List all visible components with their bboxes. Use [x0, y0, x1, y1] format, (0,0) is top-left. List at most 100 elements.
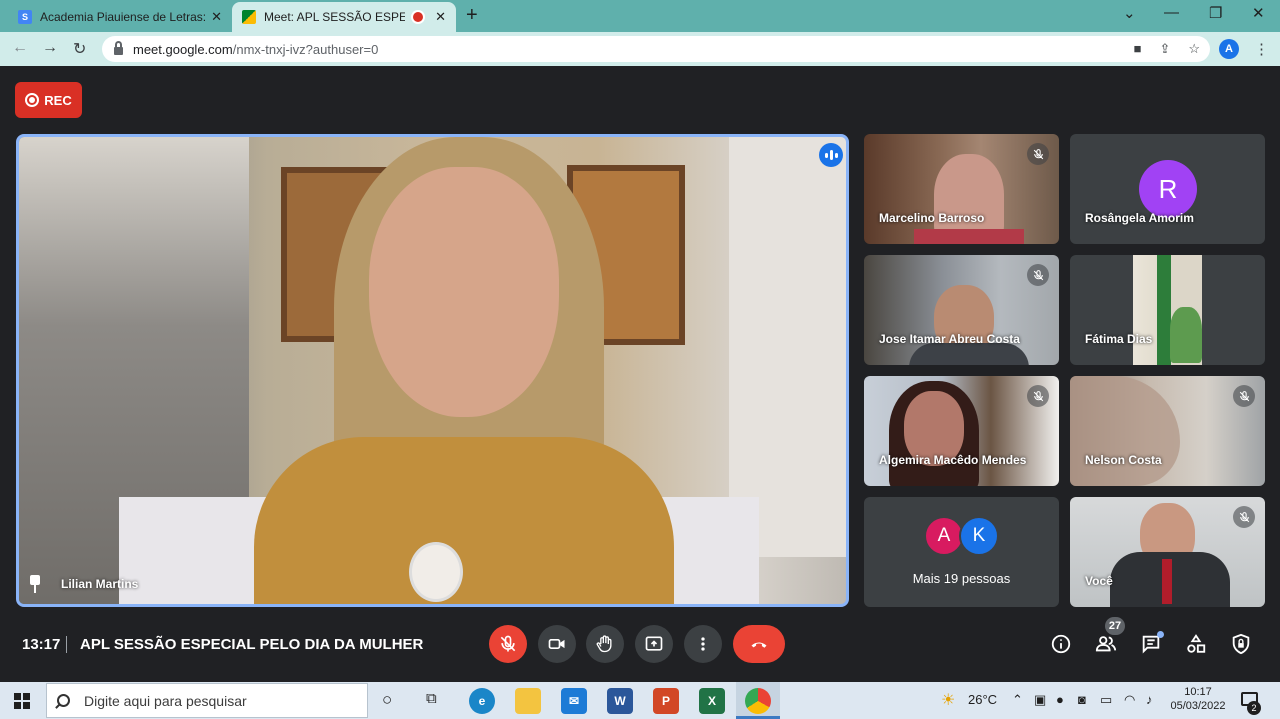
- browser-menu-icon[interactable]: ⋮: [1254, 40, 1269, 58]
- record-icon: [25, 93, 40, 107]
- people-count-badge: 27: [1105, 617, 1125, 635]
- divider: [66, 636, 67, 653]
- battery-icon[interactable]: ▭: [1100, 692, 1112, 708]
- windows-start-icon[interactable]: [14, 693, 30, 709]
- tab-academia[interactable]: S Academia Piauiense de Letras: ag ✕: [8, 2, 232, 32]
- volume-icon[interactable]: ♪: [1146, 692, 1153, 707]
- back-icon[interactable]: ←: [12, 39, 28, 57]
- chrome-icon[interactable]: [745, 688, 771, 714]
- meeting-info-button[interactable]: [1049, 632, 1073, 656]
- share-icon[interactable]: ⇪: [1159, 41, 1170, 57]
- mic-toggle-button[interactable]: [489, 625, 527, 663]
- recording-badge: REC: [15, 82, 82, 118]
- meet-app-icon[interactable]: ▣: [1034, 692, 1046, 708]
- video-background: [729, 137, 846, 557]
- show-hidden-icons-icon[interactable]: ⌃: [1012, 692, 1023, 708]
- close-tab-icon[interactable]: ✕: [435, 9, 446, 25]
- tab-strip: S Academia Piauiense de Letras: ag ✕ Mee…: [0, 0, 1280, 32]
- temperature[interactable]: 26°C: [968, 692, 997, 707]
- search-placeholder: Digite aqui para pesquisar: [84, 692, 247, 709]
- task-view-icon[interactable]: ⧉: [426, 690, 437, 707]
- hand-icon: [596, 635, 612, 653]
- rec-label: REC: [44, 92, 72, 108]
- participant-tile[interactable]: Nelson Costa: [1070, 376, 1265, 486]
- lock-icon[interactable]: [114, 41, 123, 55]
- windows-taskbar: Digite aqui para pesquisar ○ ⧉ e ✉ W P X…: [0, 682, 1280, 719]
- wifi-icon[interactable]: ◠: [1124, 692, 1135, 708]
- excel-icon[interactable]: X: [699, 688, 725, 714]
- mic-off-icon: [500, 635, 516, 652]
- participant-name: Jose Itamar Abreu Costa: [879, 332, 1020, 346]
- people-button[interactable]: [1094, 632, 1118, 656]
- speaking-indicator-icon: [819, 143, 843, 167]
- powerpoint-icon[interactable]: P: [653, 688, 679, 714]
- address-bar[interactable]: meet.google.com/nmx-tnxj-ivz?authuser=0 …: [102, 36, 1210, 62]
- leave-call-button[interactable]: [733, 625, 785, 663]
- camera-toggle-button[interactable]: [538, 625, 576, 663]
- info-icon: [1051, 634, 1071, 654]
- clock-date: 05/03/2022: [1170, 700, 1226, 712]
- close-tab-icon[interactable]: ✕: [211, 9, 222, 25]
- activities-button[interactable]: [1184, 632, 1208, 656]
- edge-icon[interactable]: e: [469, 688, 495, 714]
- minimize-button[interactable]: —: [1164, 4, 1179, 21]
- weather-icon[interactable]: ☀: [941, 690, 955, 710]
- close-window-button[interactable]: ✕: [1252, 4, 1265, 22]
- tab-title: Academia Piauiense de Letras: ag: [40, 10, 208, 24]
- chat-notification-dot: [1157, 631, 1164, 638]
- participant-name: Fátima Dias: [1085, 332, 1153, 346]
- avatar: R: [1139, 160, 1197, 218]
- camera-icon[interactable]: ■: [1134, 41, 1142, 57]
- main-speaker-tile[interactable]: Lilian Martins: [16, 134, 849, 607]
- call-end-icon: [751, 642, 767, 648]
- clock-time: 10:17: [1184, 686, 1212, 698]
- notification-count: 2: [1247, 701, 1261, 715]
- more-people-label: Mais 19 pessoas: [912, 571, 1011, 586]
- mail-icon[interactable]: ✉: [561, 688, 587, 714]
- participant-tile[interactable]: Jose Itamar Abreu Costa: [864, 255, 1059, 365]
- participant-tile[interactable]: Fátima Dias: [1070, 255, 1265, 365]
- more-options-button[interactable]: [684, 625, 722, 663]
- host-controls-button[interactable]: [1229, 632, 1253, 656]
- url-host: meet.google.com: [133, 41, 233, 57]
- file-explorer-icon[interactable]: [515, 688, 541, 714]
- new-tab-button[interactable]: +: [466, 4, 478, 27]
- recording-dot-icon: [413, 12, 424, 22]
- camera-tray-icon[interactable]: ◙: [1078, 692, 1086, 707]
- mic-off-icon: [1027, 385, 1049, 407]
- more-people-tile[interactable]: A K Mais 19 pessoas: [864, 497, 1059, 607]
- avatar: K: [959, 516, 999, 556]
- url-path: /nmx-tnxj-ivz?authuser=0: [232, 41, 379, 57]
- self-view-tile[interactable]: Você: [1070, 497, 1265, 607]
- people-icon: [1095, 636, 1117, 652]
- participant-tile[interactable]: Algemira Macêdo Mendes: [864, 376, 1059, 486]
- bookmark-star-icon[interactable]: ☆: [1188, 41, 1200, 57]
- microphone-icon[interactable]: ●: [1056, 692, 1064, 707]
- tab-search-icon[interactable]: ⌄: [1123, 4, 1136, 22]
- raise-hand-button[interactable]: [586, 625, 624, 663]
- meeting-title: APL SESSÃO ESPECIAL PELO DIA DA MULHER: [80, 636, 424, 653]
- present-screen-button[interactable]: [635, 625, 673, 663]
- participant-name: Marcelino Barroso: [879, 211, 985, 225]
- participant-tile[interactable]: Marcelino Barroso: [864, 134, 1059, 244]
- shield-lock-icon: [1232, 633, 1250, 655]
- taskbar-search-input[interactable]: Digite aqui para pesquisar: [46, 683, 368, 718]
- participant-name: Algemira Macêdo Mendes: [879, 453, 1027, 467]
- mic-off-icon: [1027, 264, 1049, 286]
- meeting-clock: 13:17: [22, 636, 61, 653]
- more-vert-icon: [701, 637, 705, 651]
- browser-toolbar: ← → ↻ meet.google.com/nmx-tnxj-ivz?authu…: [0, 32, 1280, 66]
- profile-avatar[interactable]: A: [1219, 39, 1239, 59]
- maximize-button[interactable]: ❐: [1209, 4, 1222, 22]
- forward-icon[interactable]: →: [42, 39, 58, 57]
- system-clock[interactable]: 10:17 05/03/2022: [1170, 685, 1226, 713]
- word-icon[interactable]: W: [607, 688, 633, 714]
- pin-icon[interactable]: [29, 575, 41, 593]
- avatar: A: [924, 516, 964, 556]
- cortana-icon[interactable]: ○: [382, 690, 392, 710]
- participant-name: Você: [1085, 574, 1113, 588]
- reload-icon[interactable]: ↻: [73, 39, 86, 59]
- participant-name: Rosângela Amorim: [1085, 211, 1194, 225]
- participant-tile[interactable]: R Rosângela Amorim: [1070, 134, 1265, 244]
- tab-meet[interactable]: Meet: APL SESSÃO ESPECIAL ✕: [232, 2, 456, 32]
